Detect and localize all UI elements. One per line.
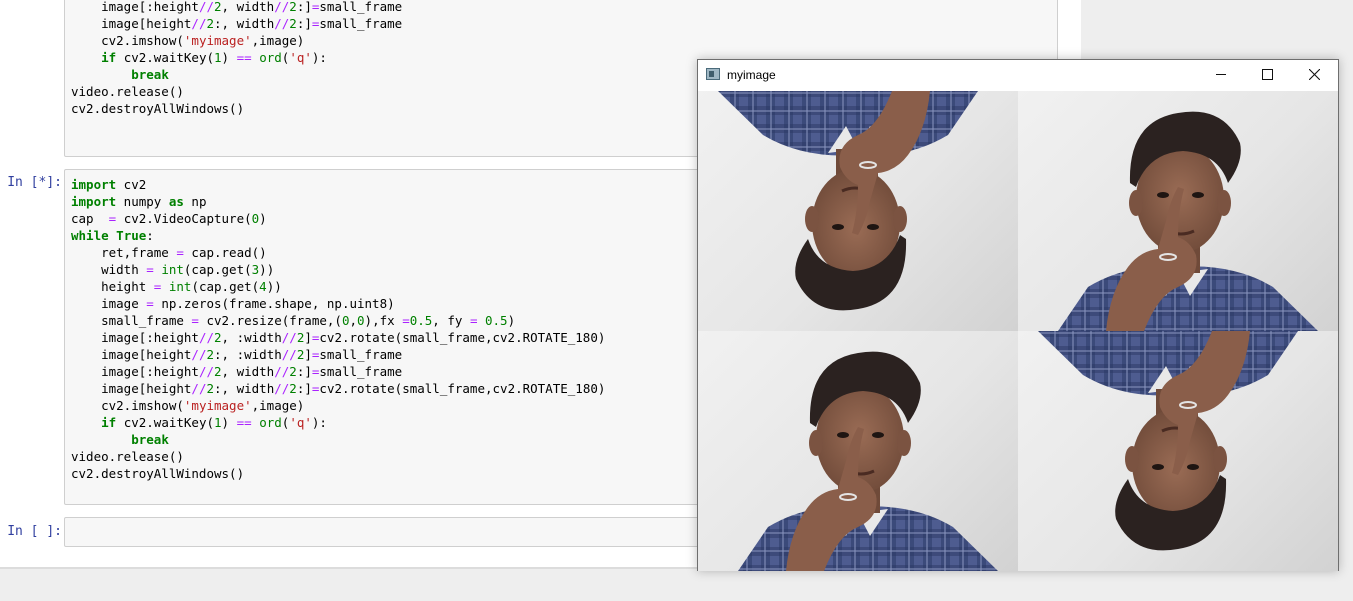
close-button[interactable]: [1292, 60, 1338, 90]
window-titlebar[interactable]: myimage: [698, 60, 1338, 91]
code-line: if cv2.waitKey(1) == ord('q'):: [101, 415, 327, 430]
code-editor[interactable]: image[:height//2, width//2:]=small_frame…: [71, 0, 402, 117]
code-line: cv2.destroyAllWindows(): [71, 466, 245, 481]
code-line: image = np.zeros(frame.shape, np.uint8): [71, 296, 395, 311]
code-line: break: [131, 432, 169, 447]
code-line: small_frame = cv2.resize(frame,(0,0),fx …: [71, 313, 516, 328]
code-line: image[height//2:, width//2:]=cv2.rotate(…: [71, 381, 606, 396]
window-title: myimage: [727, 68, 776, 82]
code-line: cv2.imshow('myimage',image): [71, 33, 305, 48]
code-line: cv2.imshow('myimage',image): [71, 398, 305, 413]
code-line: video.release(): [71, 449, 184, 464]
image-quadrant-bottom-right: [1018, 331, 1338, 571]
person-figure: [716, 91, 980, 312]
code-editor[interactable]: import cv2 import numpy as np cap = cv2.…: [71, 176, 605, 482]
maximize-icon: [1262, 69, 1273, 80]
code-line: while True:: [71, 228, 154, 243]
minimize-button[interactable]: [1198, 60, 1244, 90]
image-quadrant-top-left: [698, 91, 1018, 331]
code-line: image[:height//2, :width//2]=cv2.rotate(…: [71, 330, 606, 345]
app-window-icon: [706, 68, 720, 80]
code-line: image[height//2:, :width//2]=small_frame: [71, 347, 403, 362]
code-line: image[:height//2, width//2:]=small_frame: [71, 364, 403, 379]
cell-prompt: In [ ]:: [7, 524, 62, 539]
minimize-icon: [1216, 74, 1226, 75]
person-figure: [736, 350, 1000, 571]
person-figure: [1036, 331, 1300, 552]
code-line: height = int(cap.get(4)): [71, 279, 282, 294]
camera-image: [698, 91, 1338, 571]
image-quadrant-bottom-left: [698, 331, 1018, 571]
close-icon: [1309, 69, 1320, 80]
code-line: ret,frame = cap.read(): [71, 245, 267, 260]
maximize-button[interactable]: [1244, 60, 1290, 90]
code-line: image[height//2:, width//2:]=small_frame: [71, 16, 403, 31]
code-line: import numpy as np: [71, 194, 207, 209]
person-figure: [1056, 110, 1320, 331]
cell-prompt: In [*]:: [7, 175, 62, 190]
code-line: cv2.destroyAllWindows(): [71, 101, 245, 116]
image-quadrant-top-right: [1018, 91, 1338, 331]
code-line: width = int(cap.get(3)): [71, 262, 275, 277]
code-line: if cv2.waitKey(1) == ord('q'):: [101, 50, 327, 65]
code-line: cap = cv2.VideoCapture(0): [71, 211, 267, 226]
code-line: image[:height//2, width//2:]=small_frame: [71, 0, 403, 14]
code-line: break: [131, 67, 169, 82]
opencv-window[interactable]: myimage: [697, 59, 1339, 571]
code-line: import cv2: [71, 177, 147, 192]
code-line: video.release(): [71, 84, 184, 99]
